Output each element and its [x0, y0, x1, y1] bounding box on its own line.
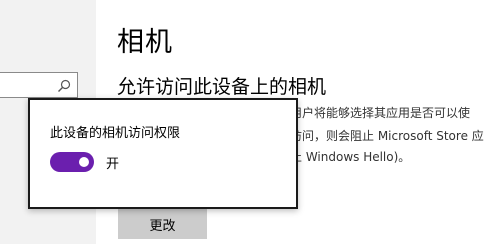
description-line-3: 止 Windows Hello)。: [290, 150, 411, 164]
search-input[interactable]: [0, 72, 78, 98]
toggle-state-label: 开: [106, 157, 120, 172]
description-line-1: 用户将能够选择其应用是否可以使: [290, 106, 471, 120]
camera-access-flyout: 此设备的相机访问权限 开: [28, 98, 298, 209]
description-line-2: 访问，则会阻止 Microsoft Store 应: [290, 129, 484, 143]
change-button[interactable]: 更改: [118, 209, 207, 239]
toggle-knob: [79, 157, 89, 167]
camera-access-label: 此设备的相机访问权限: [50, 126, 181, 141]
page-title: 相机: [117, 27, 173, 58]
search-icon[interactable]: [57, 78, 71, 92]
camera-access-toggle[interactable]: [50, 152, 94, 172]
section-heading: 允许访问此设备上的相机: [117, 76, 327, 98]
